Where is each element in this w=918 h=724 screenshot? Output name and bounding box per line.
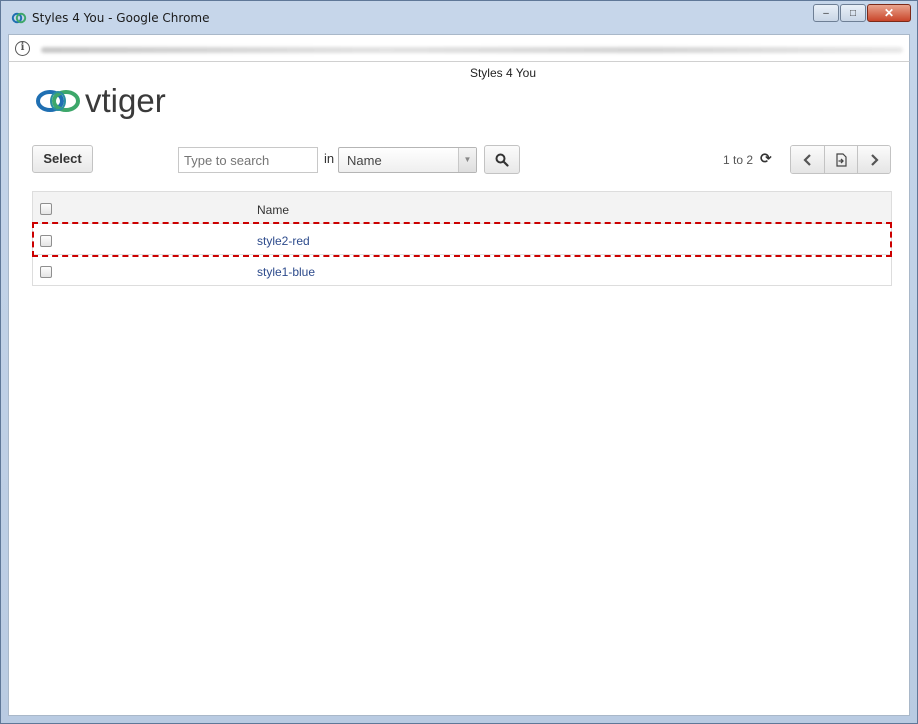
row-checkbox[interactable] <box>40 266 52 278</box>
row-name-link[interactable]: style1-blue <box>257 265 315 279</box>
address-bar[interactable]: i <box>8 34 910 62</box>
title-bar[interactable]: Styles 4 You - Google Chrome – □ ✕ <box>1 1 917 33</box>
select-all-checkbox[interactable] <box>40 203 52 215</box>
column-header-name[interactable]: Name <box>257 203 289 217</box>
window-title: Styles 4 You - Google Chrome <box>32 11 210 25</box>
page-jump-icon <box>836 152 847 167</box>
url-text-blurred[interactable] <box>41 47 903 53</box>
refresh-icon[interactable]: ⟳ <box>760 151 772 167</box>
row-name-link[interactable]: style2-red <box>257 234 310 248</box>
table-row[interactable]: style2-red <box>33 223 891 254</box>
search-icon <box>495 153 509 167</box>
page-content: Styles 4 You vtiger Select in Name ▼ 1 t… <box>8 61 910 716</box>
vtiger-logo: vtiger <box>35 84 166 118</box>
styles-table: Name style2-red style1-blue <box>32 191 892 286</box>
maximize-button[interactable]: □ <box>840 4 866 22</box>
select-button[interactable]: Select <box>32 145 93 173</box>
info-icon[interactable]: i <box>15 41 30 56</box>
search-button[interactable] <box>484 145 520 174</box>
previous-page-button[interactable] <box>791 146 824 173</box>
app-icon <box>11 12 27 24</box>
paging-info: 1 to 2 <box>723 153 754 167</box>
row-checkbox[interactable] <box>40 235 52 247</box>
close-icon: ✕ <box>883 6 895 20</box>
dropdown-arrow-icon[interactable]: ▼ <box>458 148 476 172</box>
maximize-icon: □ <box>849 7 857 19</box>
search-field-value: Name <box>347 153 382 168</box>
jump-to-page-button[interactable] <box>824 146 857 173</box>
table-row[interactable]: style1-blue <box>33 254 891 285</box>
browser-window: Styles 4 You - Google Chrome – □ ✕ i Sty… <box>0 0 918 724</box>
close-button[interactable]: ✕ <box>867 4 911 22</box>
logo-mark-icon <box>36 90 80 112</box>
in-label: in <box>324 151 335 166</box>
next-page-button[interactable] <box>857 146 890 173</box>
pager <box>790 145 891 174</box>
page-title: Styles 4 You <box>469 66 537 80</box>
minimize-button[interactable]: – <box>813 4 839 22</box>
search-input[interactable] <box>178 147 318 173</box>
chevron-right-icon <box>871 153 879 166</box>
search-field-select[interactable]: Name ▼ <box>338 147 477 173</box>
logo-text: vtiger <box>85 82 166 119</box>
chevron-left-icon <box>802 153 811 166</box>
table-header-row: Name <box>33 192 891 223</box>
minimize-icon: – <box>823 7 829 19</box>
